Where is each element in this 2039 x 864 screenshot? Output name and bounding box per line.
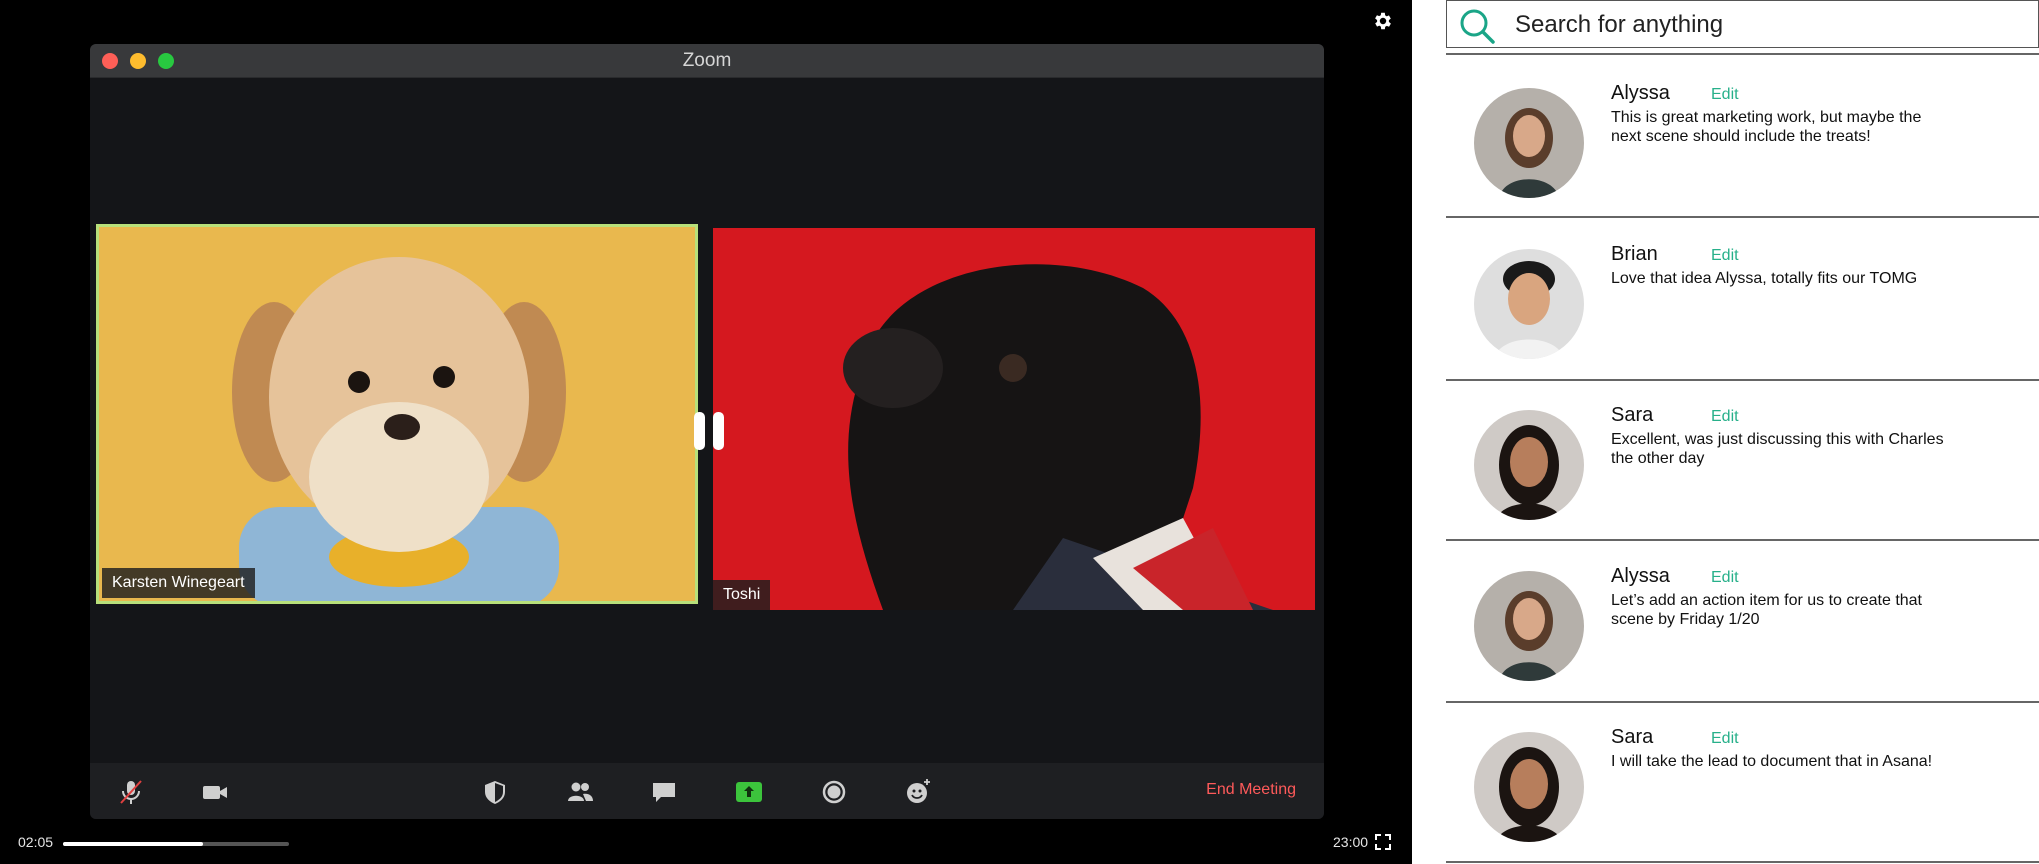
divider [1446,216,2039,218]
comment-text: Excellent, was just discussing this with… [1611,431,1944,467]
pug-video-frame [713,228,1315,610]
comment-author: Sara [1611,404,1654,426]
comment-author: Alyssa [1611,82,1670,104]
comment-author: Brian [1611,243,1658,265]
settings-gear-icon[interactable] [1372,10,1394,32]
avatar [1474,571,1584,681]
participant-video-tile[interactable]: Karsten Winegeart [96,224,698,604]
reactions-icon[interactable] [903,777,933,807]
edit-comment-link[interactable]: Edit [1711,569,1739,587]
divider [1446,701,2039,703]
zoom-window: Zoom Karsten Winegeart Toshi End Meeting [90,44,1324,819]
comment-item: Sara Edit I will take the lead to docume… [1412,712,2039,864]
window-title: Zoom [682,50,732,71]
comments-panel: Alyssa Edit This is great marketing work… [1412,0,2039,864]
comment-text: Let’s add an action item for us to creat… [1611,592,1922,628]
divider [1446,379,2039,381]
avatar [1474,410,1584,520]
search-input[interactable] [1513,9,2017,41]
divider [1446,53,2039,55]
video-camera-icon[interactable] [200,777,230,807]
divider [1446,539,2039,541]
participant-name: Toshi [713,580,771,610]
participants-icon[interactable] [565,777,595,807]
meeting-toolbar: End Meeting [90,763,1324,819]
fullscreen-icon[interactable] [1375,834,1391,850]
chat-icon[interactable] [649,777,679,807]
window-titlebar: Zoom [90,44,1324,78]
edit-comment-link[interactable]: Edit [1711,408,1739,426]
participant-name: Karsten Winegeart [102,568,255,598]
avatar [1474,88,1584,198]
pause-icon[interactable] [692,410,726,452]
comment-text: Love that idea Alyssa, totally fits our … [1611,270,1918,287]
edit-comment-link[interactable]: Edit [1711,247,1739,265]
playback-progress-fill [63,842,204,846]
total-time: 23:00 [1333,834,1369,850]
avatar [1474,249,1584,359]
comment-author: Sara [1611,726,1654,748]
comment-item: Brian Edit Love that idea Alyssa, totall… [1412,229,2039,389]
comment-item: Alyssa Edit This is great marketing work… [1412,68,2039,228]
comment-item: Sara Edit Excellent, was just discussing… [1412,390,2039,550]
comment-author: Alyssa [1611,565,1670,587]
record-icon[interactable] [819,777,849,807]
search-icon [1460,9,1495,44]
security-shield-icon[interactable] [480,777,510,807]
comment-text: This is great marketing work, but maybe … [1611,109,1922,145]
participant-video-tile[interactable]: Toshi [713,228,1315,610]
mic-muted-icon[interactable] [116,777,146,807]
playback-progress-bar[interactable] [63,842,289,846]
end-meeting-button[interactable]: End Meeting [1206,781,1296,799]
dog-video-frame [99,227,695,601]
edit-comment-link[interactable]: Edit [1711,730,1739,748]
comment-text: I will take the lead to document that in… [1611,753,1933,770]
search-bar[interactable] [1446,0,2039,48]
share-screen-icon[interactable] [734,777,764,807]
comment-item: Alyssa Edit Let’s add an action item for… [1412,551,2039,711]
video-player: Zoom Karsten Winegeart Toshi End Meeting… [0,0,1412,864]
avatar [1474,732,1584,842]
edit-comment-link[interactable]: Edit [1711,86,1739,104]
divider [1446,861,2039,863]
current-time: 02:05 [18,834,54,850]
